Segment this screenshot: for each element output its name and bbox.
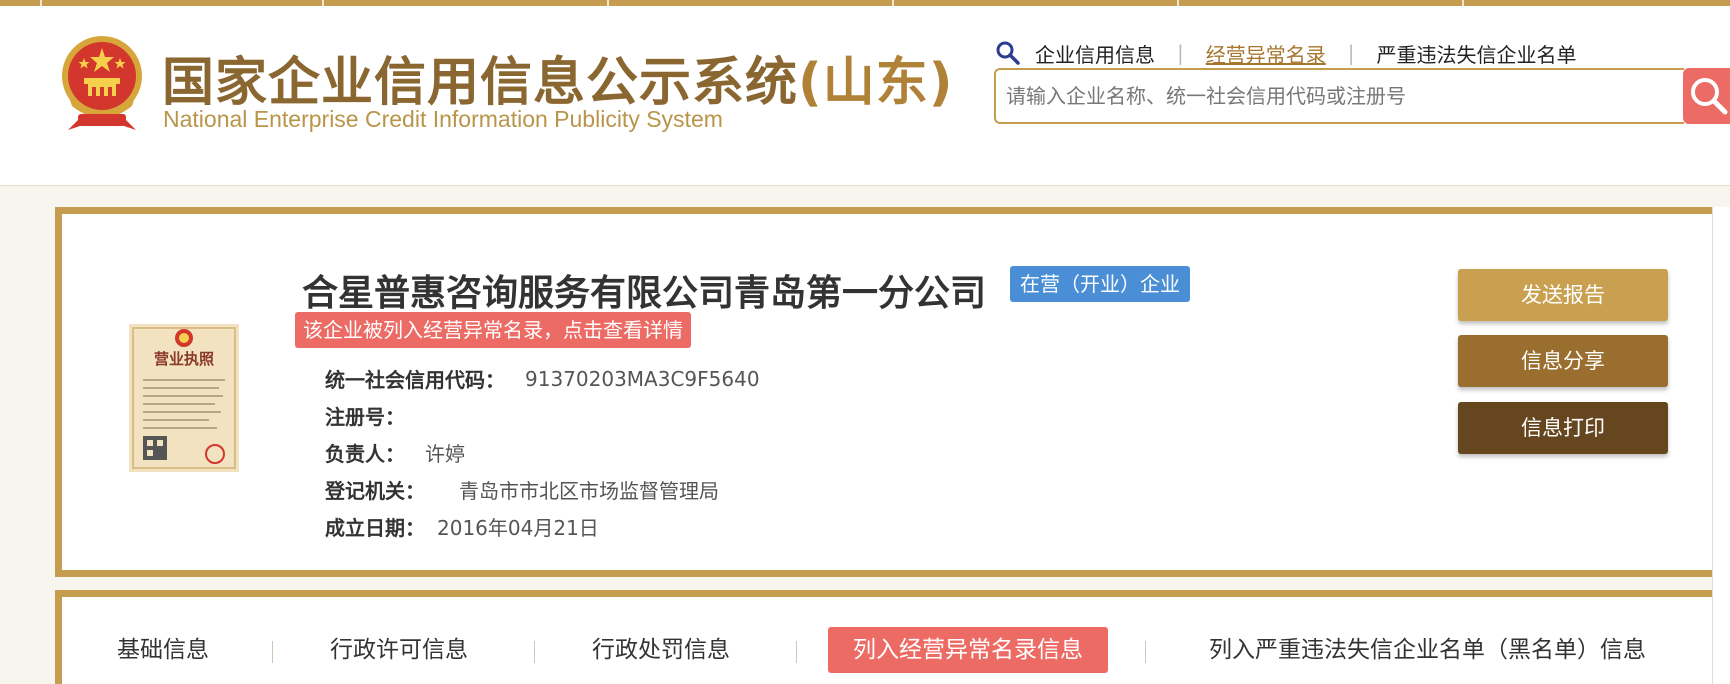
info-row-principal: 负责人： 许婷 (325, 434, 760, 471)
tab-abnormal-list[interactable]: 列入经营异常名录信息 (828, 627, 1108, 673)
info-row-established: 成立日期： 2016年04月21日 (325, 508, 760, 545)
info-label: 注册号： (325, 405, 405, 429)
site-title: 国家企业信用信息公示系统(山东) (162, 53, 954, 113)
tab-divider (534, 641, 535, 663)
topnav-abnormal-list-link[interactable]: 经营异常名录 (1206, 39, 1326, 68)
search-button[interactable] (1683, 68, 1730, 124)
info-row-credit-code: 统一社会信用代码： 91370203MA3C9F5640 (325, 360, 760, 397)
company-info-list: 统一社会信用代码： 91370203MA3C9F5640 注册号： 负责人： 许… (325, 360, 760, 545)
site-title-province: (山东) (798, 53, 954, 113)
tab-divider (1145, 641, 1146, 663)
search-icon (1691, 78, 1728, 115)
scrollbar-track[interactable] (1712, 207, 1730, 684)
company-name: 合星普惠咨询服务有限公司青岛第一分公司 (302, 273, 987, 314)
tab-basic-info[interactable]: 基础信息 (117, 627, 209, 673)
info-row-reg-no: 注册号： (325, 397, 760, 434)
send-report-button[interactable]: 发送报告 (1458, 269, 1668, 321)
tab-blacklist[interactable]: 列入严重违法失信企业名单（黑名单）信息 (1209, 627, 1646, 673)
status-badge: 在营（开业）企业 (1010, 266, 1190, 302)
tab-admin-penalty[interactable]: 行政处罚信息 (592, 627, 730, 673)
print-info-button[interactable]: 信息打印 (1458, 402, 1668, 454)
info-value: 青岛市市北区市场监督管理局 (459, 479, 719, 503)
info-label: 统一社会信用代码： (325, 368, 505, 392)
info-tabs-bar: 基础信息 行政许可信息 行政处罚信息 列入经营异常名录信息 列入严重违法失信企业… (55, 590, 1730, 684)
abnormal-list-alert[interactable]: 该企业被列入经营异常名录，点击查看详情 (295, 312, 691, 348)
info-value: 许婷 (425, 442, 465, 466)
national-emblem-icon (62, 36, 142, 130)
info-label: 成立日期： (325, 516, 425, 540)
nav-divider: | (1347, 41, 1355, 65)
info-label: 登记机关： (325, 479, 425, 503)
tab-admin-license[interactable]: 行政许可信息 (330, 627, 468, 673)
search-input[interactable] (996, 70, 1684, 122)
search-box (994, 68, 1684, 124)
topnav-blacklist-link[interactable]: 严重违法失信企业名单 (1377, 39, 1577, 68)
nav-divider: | (1177, 41, 1184, 65)
info-label: 负责人： (325, 442, 405, 466)
tab-divider (272, 641, 273, 663)
license-header-text: 营业执照 (154, 350, 214, 368)
info-value: 91370203MA3C9F5640 (525, 366, 760, 391)
search-icon (996, 41, 1020, 65)
info-row-authority: 登记机关： 青岛市市北区市场监督管理局 (325, 471, 760, 508)
tab-divider (796, 641, 797, 663)
site-header: 国家企业信用信息公示系统(山东) National Enterprise Cre… (0, 6, 1730, 186)
business-license-image: 营业执照 (129, 324, 239, 472)
info-value: 2016年04月21日 (437, 516, 599, 540)
site-subtitle: National Enterprise Credit Information P… (163, 106, 723, 132)
topnav-credit-info-link[interactable]: 企业信用信息 (1035, 39, 1155, 68)
company-summary-panel: 营业执照 合星普惠咨询服务有限公司青岛第一分公司 在营（开业）企业 该企业被列入… (55, 207, 1730, 577)
top-nav: 企业信用信息 | 经营异常名录 | 严重违法失信企业名单 (995, 38, 1577, 68)
share-info-button[interactable]: 信息分享 (1458, 335, 1668, 387)
